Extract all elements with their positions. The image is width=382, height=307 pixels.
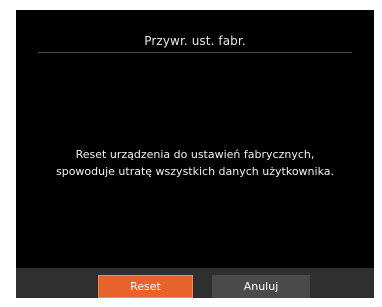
title-divider [38, 52, 352, 53]
factory-reset-dialog: Przywr. ust. fabr. Reset urządzenia do u… [0, 0, 382, 307]
message-line-1: Reset urządzenia do ustawień fabrycznych… [75, 148, 315, 161]
dialog-panel: Przywr. ust. fabr. Reset urządzenia do u… [16, 10, 374, 268]
dialog-message: Reset urządzenia do ustawień fabrycznych… [16, 146, 374, 180]
cancel-button[interactable]: Anuluj [212, 275, 310, 298]
dialog-footer: Reset Anuluj [16, 268, 374, 298]
dialog-title: Przywr. ust. fabr. [144, 34, 246, 48]
message-line-2: spowoduje utratę wszystkich danych użytk… [55, 165, 334, 178]
reset-button[interactable]: Reset [98, 275, 193, 298]
